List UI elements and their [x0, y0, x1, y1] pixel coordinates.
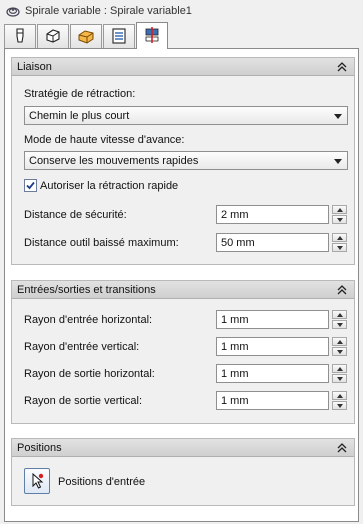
tab-parameters[interactable]: [103, 24, 135, 49]
max-drop-distance-stepper: [216, 233, 348, 252]
arrow-down-icon: [336, 322, 343, 327]
tab-strip: [4, 22, 169, 49]
arrow-up-icon: [336, 207, 343, 212]
entry-positions-label: Positions d'entrée: [58, 476, 146, 488]
retraction-strategy-label: Stratégie de rétraction:: [24, 88, 136, 100]
exit-horizontal-radius-label: Rayon de sortie horizontal:: [24, 368, 155, 380]
collapse-icon[interactable]: [336, 284, 348, 296]
entry-horizontal-radius-stepper: [216, 310, 348, 329]
max-drop-distance-input[interactable]: [216, 233, 329, 252]
increment-button[interactable]: [332, 310, 347, 319]
arrow-up-icon: [336, 366, 343, 371]
arrow-down-icon: [336, 217, 343, 222]
arrow-down-icon: [336, 349, 343, 354]
rapid-retract-label: Autoriser la rétraction rapide: [40, 179, 179, 192]
arrow-down-icon: [336, 403, 343, 408]
tab-geometry[interactable]: [37, 24, 69, 49]
parameters-icon: [110, 27, 128, 48]
chevron-down-icon: [334, 114, 342, 119]
rapid-retract-checkbox[interactable]: [24, 179, 37, 192]
collapse-icon[interactable]: [336, 442, 348, 454]
stock-icon: [77, 27, 95, 48]
exit-vertical-radius-label: Rayon de sortie vertical:: [24, 395, 142, 407]
decrement-button[interactable]: [332, 320, 347, 329]
entry-vertical-radius-input[interactable]: [216, 337, 329, 356]
liaison-header-label: Liaison: [17, 60, 52, 73]
retraction-strategy-dropdown[interactable]: Chemin le plus court: [24, 106, 348, 125]
safe-distance-stepper: [216, 205, 348, 224]
decrement-button[interactable]: [332, 374, 347, 383]
decrement-button[interactable]: [332, 243, 347, 252]
increment-button[interactable]: [332, 364, 347, 373]
window-title-bar: Spirale variable : Spirale variable1: [0, 0, 363, 22]
geometry-icon: [44, 27, 62, 48]
feed-mode-label: Mode de haute vitesse d'avance:: [24, 134, 185, 146]
linking-icon: [143, 26, 161, 47]
safe-distance-input[interactable]: [216, 205, 329, 224]
entry-horizontal-radius-label: Rayon d'entrée horizontal:: [24, 314, 153, 326]
increment-button[interactable]: [332, 337, 347, 346]
increment-button[interactable]: [332, 233, 347, 242]
transitions-panel: Entrées/sorties et transitions Rayon d'e…: [11, 280, 355, 424]
spiral-icon: [6, 4, 20, 18]
arrow-down-icon: [336, 376, 343, 381]
exit-vertical-radius-stepper: [216, 391, 348, 410]
entry-vertical-radius-stepper: [216, 337, 348, 356]
entry-vertical-radius-label: Rayon d'entrée vertical:: [24, 341, 140, 353]
max-drop-distance-label: Distance outil baissé maximum:: [24, 237, 179, 249]
tool-icon: [11, 27, 29, 48]
cursor-arrow-icon: [32, 473, 44, 489]
tab-linking[interactable]: [136, 22, 168, 49]
arrow-up-icon: [336, 339, 343, 344]
chevron-down-icon: [334, 159, 342, 164]
properties-frame: Liaison Stratégie de rétraction: Chemin …: [4, 48, 359, 522]
liaison-panel: Liaison Stratégie de rétraction: Chemin …: [11, 57, 355, 265]
decrement-button[interactable]: [332, 401, 347, 410]
tab-stock[interactable]: [70, 24, 102, 49]
feed-mode-value: Conserve les mouvements rapides: [29, 154, 199, 167]
arrow-up-icon: [336, 393, 343, 398]
positions-header-label: Positions: [17, 441, 62, 454]
arrow-up-icon: [336, 312, 343, 317]
window-title: Spirale variable : Spirale variable1: [25, 5, 192, 17]
exit-horizontal-radius-input[interactable]: [216, 364, 329, 383]
exit-vertical-radius-input[interactable]: [216, 391, 329, 410]
collapse-icon[interactable]: [336, 61, 348, 73]
positions-header[interactable]: Positions: [12, 439, 354, 457]
increment-button[interactable]: [332, 205, 347, 214]
rapid-retract-row: Autoriser la rétraction rapide: [24, 179, 178, 192]
safe-distance-label: Distance de sécurité:: [24, 209, 127, 221]
feed-mode-dropdown[interactable]: Conserve les mouvements rapides: [24, 151, 348, 170]
arrow-down-icon: [336, 245, 343, 250]
decrement-button[interactable]: [332, 215, 347, 224]
decrement-button[interactable]: [332, 347, 347, 356]
transitions-header-label: Entrées/sorties et transitions: [17, 283, 156, 296]
checkmark-icon: [26, 181, 35, 190]
tab-tool[interactable]: [4, 24, 36, 49]
liaison-header[interactable]: Liaison: [12, 58, 354, 76]
arrow-up-icon: [336, 235, 343, 240]
transitions-header[interactable]: Entrées/sorties et transitions: [12, 281, 354, 299]
positions-panel: Positions Positions d'entrée: [11, 438, 355, 506]
entry-horizontal-radius-input[interactable]: [216, 310, 329, 329]
increment-button[interactable]: [332, 391, 347, 400]
exit-horizontal-radius-stepper: [216, 364, 348, 383]
entry-positions-button[interactable]: [24, 468, 50, 494]
retraction-strategy-value: Chemin le plus court: [29, 109, 130, 122]
